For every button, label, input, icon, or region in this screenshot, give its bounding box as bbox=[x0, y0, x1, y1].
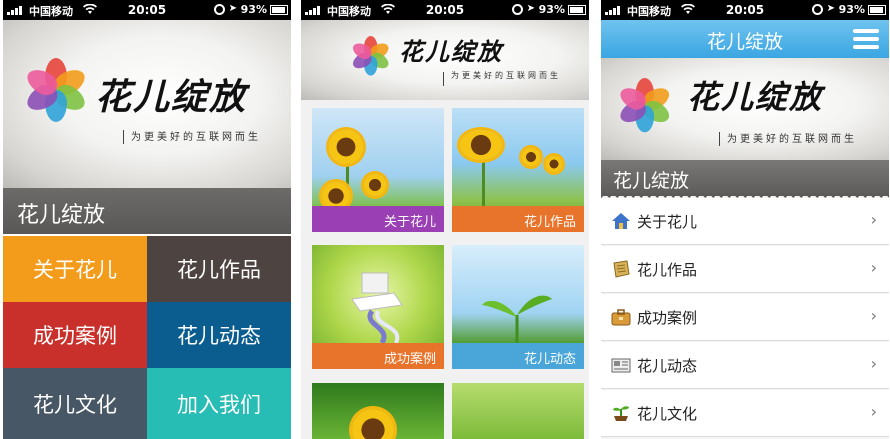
list-item-label: 花儿文化 bbox=[637, 405, 698, 423]
location-icon: ➤ bbox=[526, 3, 535, 14]
screen-tile-menu: 中国移动 20:05 ➤ 93% 花儿绽放 为更美好的互联网而生 花儿绽放 关于… bbox=[3, 0, 291, 439]
battery-percent: 93% bbox=[538, 3, 565, 16]
tile-culture[interactable]: 花儿文化 bbox=[3, 368, 147, 439]
sunflower-image bbox=[352, 409, 394, 439]
chevron-right-icon: › bbox=[870, 402, 877, 421]
plant-icon bbox=[613, 406, 629, 421]
brand-banner: 花儿绽放 为更美好的互联网而生 bbox=[3, 20, 291, 188]
location-icon: ➤ bbox=[826, 3, 835, 14]
list-item-cases[interactable]: 成功案例 › bbox=[601, 294, 889, 341]
brand-slogan: 为更美好的互联网而生 bbox=[443, 71, 561, 86]
brand-banner: 花儿绽放 为更美好的互联网而生 bbox=[301, 20, 589, 100]
scroll-icon bbox=[613, 260, 630, 278]
chevron-right-icon: › bbox=[870, 306, 877, 325]
section-title: 花儿绽放 bbox=[601, 160, 889, 196]
list-item-label: 花儿动态 bbox=[637, 357, 698, 375]
battery-icon bbox=[568, 5, 586, 15]
brand-calligraphy: 花儿绽放 bbox=[399, 37, 503, 66]
plug-illustration bbox=[351, 272, 403, 345]
list-item-label: 关于花儿 bbox=[637, 213, 698, 231]
header-bar: 花儿绽放 bbox=[601, 20, 889, 58]
header-title: 花儿绽放 bbox=[706, 31, 783, 53]
list-item-label: 花儿作品 bbox=[637, 261, 698, 279]
tile-join[interactable]: 加入我们 bbox=[147, 368, 291, 439]
tile-news[interactable]: 花儿动态 bbox=[147, 302, 291, 368]
page-title: 花儿绽放 bbox=[3, 188, 291, 234]
chevron-right-icon: › bbox=[870, 258, 877, 277]
rotation-lock-icon bbox=[214, 4, 225, 15]
tile-works[interactable]: 花儿作品 bbox=[147, 236, 291, 302]
hamburger-menu-icon[interactable] bbox=[847, 24, 885, 54]
card-caption: 花儿作品 bbox=[452, 206, 584, 232]
sunflower-image bbox=[460, 130, 502, 160]
flower-logo-icon bbox=[21, 58, 91, 128]
location-icon: ➤ bbox=[228, 3, 237, 14]
battery-icon bbox=[270, 5, 288, 15]
status-bar: 中国移动 20:05 ➤ 93% bbox=[601, 0, 889, 20]
card-caption: 关于花儿 bbox=[312, 206, 444, 232]
brand-calligraphy: 花儿绽放 bbox=[95, 76, 248, 118]
card-partial[interactable] bbox=[452, 383, 584, 439]
screen-photo-grid: 中国移动 20:05 ➤ 93% 花儿绽放 为更美好的互联网而生 关于花儿 花儿… bbox=[301, 0, 589, 439]
rotation-lock-icon bbox=[512, 4, 523, 15]
card-caption: 花儿动态 bbox=[452, 343, 584, 369]
rotation-lock-icon bbox=[812, 4, 823, 15]
card-caption: 成功案例 bbox=[312, 343, 444, 369]
brand-calligraphy: 花儿绽放 bbox=[687, 78, 824, 116]
card-about[interactable]: 关于花儿 bbox=[312, 108, 444, 232]
status-bar: 中国移动 20:05 ➤ 93% bbox=[3, 0, 291, 20]
sprout-illustration bbox=[482, 295, 552, 343]
chevron-right-icon: › bbox=[870, 354, 877, 373]
tile-about[interactable]: 关于花儿 bbox=[3, 236, 147, 302]
list-item-label: 成功案例 bbox=[637, 309, 698, 327]
flower-logo-icon bbox=[349, 36, 392, 76]
screen-list-menu: 中国移动 20:05 ➤ 93% 花儿绽放 花儿绽放 为更美好的互联网而生 花儿… bbox=[601, 0, 889, 439]
list-item-news[interactable]: 花儿动态 › bbox=[601, 342, 889, 389]
sunflower-image bbox=[329, 130, 363, 164]
list-item-about[interactable]: 关于花儿 › bbox=[601, 198, 889, 245]
chevron-right-icon: › bbox=[870, 210, 877, 229]
card-cases[interactable]: 成功案例 bbox=[312, 245, 444, 369]
newspaper-icon bbox=[611, 358, 631, 373]
card-works[interactable]: 花儿作品 bbox=[452, 108, 584, 232]
brand-slogan: 为更美好的互联网而生 bbox=[123, 128, 261, 144]
brand-banner: 花儿绽放 为更美好的互联网而生 bbox=[601, 58, 889, 160]
sunflower-image bbox=[546, 156, 562, 172]
battery-icon bbox=[868, 5, 886, 15]
brand-slogan: 为更美好的互联网而生 bbox=[719, 130, 857, 146]
card-news[interactable]: 花儿动态 bbox=[452, 245, 584, 369]
list-item-culture[interactable]: 花儿文化 › bbox=[601, 390, 889, 437]
battery-percent: 93% bbox=[838, 3, 865, 16]
flower-logo-icon bbox=[615, 78, 673, 133]
house-icon bbox=[612, 213, 630, 229]
battery-percent: 93% bbox=[240, 3, 267, 16]
status-bar: 中国移动 20:05 ➤ 93% bbox=[301, 0, 589, 20]
list-item-works[interactable]: 花儿作品 › bbox=[601, 246, 889, 293]
card-partial[interactable] bbox=[312, 383, 444, 439]
tile-cases[interactable]: 成功案例 bbox=[3, 302, 147, 368]
sunflower-image bbox=[522, 148, 540, 166]
briefcase-icon bbox=[611, 309, 631, 326]
sunflower-image bbox=[364, 174, 386, 196]
